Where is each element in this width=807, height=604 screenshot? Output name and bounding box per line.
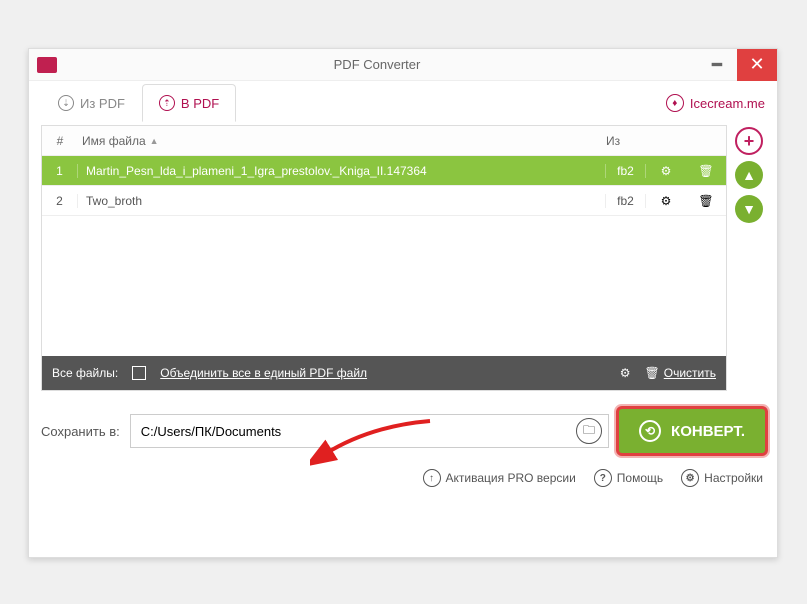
gear-icon: ⚙ — [661, 164, 672, 178]
save-path-wrap: 🗀 — [130, 414, 609, 448]
help-link[interactable]: ? Помощь — [594, 469, 663, 487]
pro-activation-link[interactable]: ↑ Активация PRO версии — [423, 469, 576, 487]
file-table: # Имя файла ▲ Из 1 Martin_Pesn_lda_i_pla… — [41, 125, 727, 391]
gear-icon: ⚙ — [620, 366, 631, 380]
row-settings-button[interactable]: ⚙ — [646, 194, 686, 208]
titlebar: PDF Converter ━ ✕ — [29, 49, 777, 81]
bottom-links: ↑ Активация PRO версии ? Помощь ⚙ Настро… — [29, 453, 777, 503]
row-filename: Martin_Pesn_lda_i_plameni_1_Igra_prestol… — [78, 164, 606, 178]
header-num[interactable]: # — [42, 134, 78, 148]
icecream-icon: ♦ — [666, 94, 684, 112]
gear-icon: ⚙ — [661, 194, 672, 208]
row-settings-button[interactable]: ⚙ — [646, 164, 686, 178]
convert-label: КОНВЕРТ. — [671, 423, 745, 440]
row-delete-button[interactable]: 🗑 — [686, 194, 726, 208]
arrow-down-icon: ▼ — [742, 201, 756, 217]
window-title: PDF Converter — [57, 57, 697, 72]
row-num: 1 — [42, 164, 78, 178]
merge-label[interactable]: Объединить все в единый PDF файл — [160, 366, 367, 380]
add-file-button[interactable]: + — [735, 127, 763, 155]
arrow-up-icon: ↑ — [423, 469, 441, 487]
move-down-button[interactable]: ▼ — [735, 195, 763, 223]
tabs-row: ⇣ Из PDF ⇡ В PDF ♦ Icecream.me — [29, 81, 777, 125]
header-from[interactable]: Из — [606, 134, 646, 148]
footer-settings-button[interactable]: ⚙ — [620, 366, 631, 380]
table-header: # Имя файла ▲ Из — [42, 126, 726, 156]
gear-icon: ⚙ — [681, 469, 699, 487]
content-area: # Имя файла ▲ Из 1 Martin_Pesn_lda_i_pla… — [29, 125, 777, 391]
row-format: fb2 — [606, 164, 646, 178]
all-files-label: Все файлы: — [52, 366, 118, 380]
refresh-icon: ⟲ — [639, 420, 661, 442]
plus-icon: + — [744, 131, 755, 152]
trash-icon: 🗑 — [645, 366, 660, 380]
merge-checkbox[interactable] — [132, 366, 146, 380]
brand-link[interactable]: ♦ Icecream.me — [666, 94, 765, 112]
tab-to-pdf[interactable]: ⇡ В PDF — [142, 84, 236, 122]
table-empty-area — [42, 216, 726, 356]
row-filename: Two_broth — [78, 194, 606, 208]
tab-from-pdf[interactable]: ⇣ Из PDF — [41, 84, 142, 122]
settings-link[interactable]: ⚙ Настройки — [681, 469, 763, 487]
move-up-button[interactable]: ▲ — [735, 161, 763, 189]
tab-to-pdf-label: В PDF — [181, 96, 219, 111]
row-num: 2 — [42, 194, 78, 208]
browse-folder-button[interactable]: 🗀 — [576, 418, 602, 444]
side-controls: + ▲ ▼ — [735, 125, 765, 391]
table-row[interactable]: 2 Two_broth fb2 ⚙ 🗑 — [42, 186, 726, 216]
trash-icon: 🗑 — [698, 164, 713, 178]
question-icon: ? — [594, 469, 612, 487]
app-icon — [37, 57, 57, 73]
save-row: Сохранить в: 🗀 ⟲ КОНВЕРТ. — [29, 391, 777, 453]
close-button[interactable]: ✕ — [737, 49, 777, 81]
minimize-button[interactable]: ━ — [697, 49, 737, 81]
save-label: Сохранить в: — [41, 424, 120, 439]
to-pdf-icon: ⇡ — [159, 95, 175, 111]
footer-clear-button[interactable]: 🗑 Очистить — [645, 366, 716, 380]
brand-label: Icecream.me — [690, 96, 765, 111]
table-footer: Все файлы: Объединить все в единый PDF ф… — [42, 356, 726, 390]
folder-icon: 🗀 — [583, 421, 595, 442]
row-format: fb2 — [606, 194, 646, 208]
convert-button[interactable]: ⟲ КОНВЕРТ. — [619, 409, 765, 453]
from-pdf-icon: ⇣ — [58, 95, 74, 111]
row-delete-button[interactable]: 🗑 — [686, 164, 726, 178]
tab-from-pdf-label: Из PDF — [80, 96, 125, 111]
trash-icon: 🗑 — [698, 194, 713, 208]
save-path-input[interactable] — [141, 424, 576, 439]
sort-asc-icon: ▲ — [150, 136, 159, 146]
table-row[interactable]: 1 Martin_Pesn_lda_i_plameni_1_Igra_prest… — [42, 156, 726, 186]
app-window: PDF Converter ━ ✕ ⇣ Из PDF ⇡ В PDF ♦ Ice… — [28, 48, 778, 558]
header-filename[interactable]: Имя файла ▲ — [78, 134, 606, 148]
arrow-up-icon: ▲ — [742, 167, 756, 183]
